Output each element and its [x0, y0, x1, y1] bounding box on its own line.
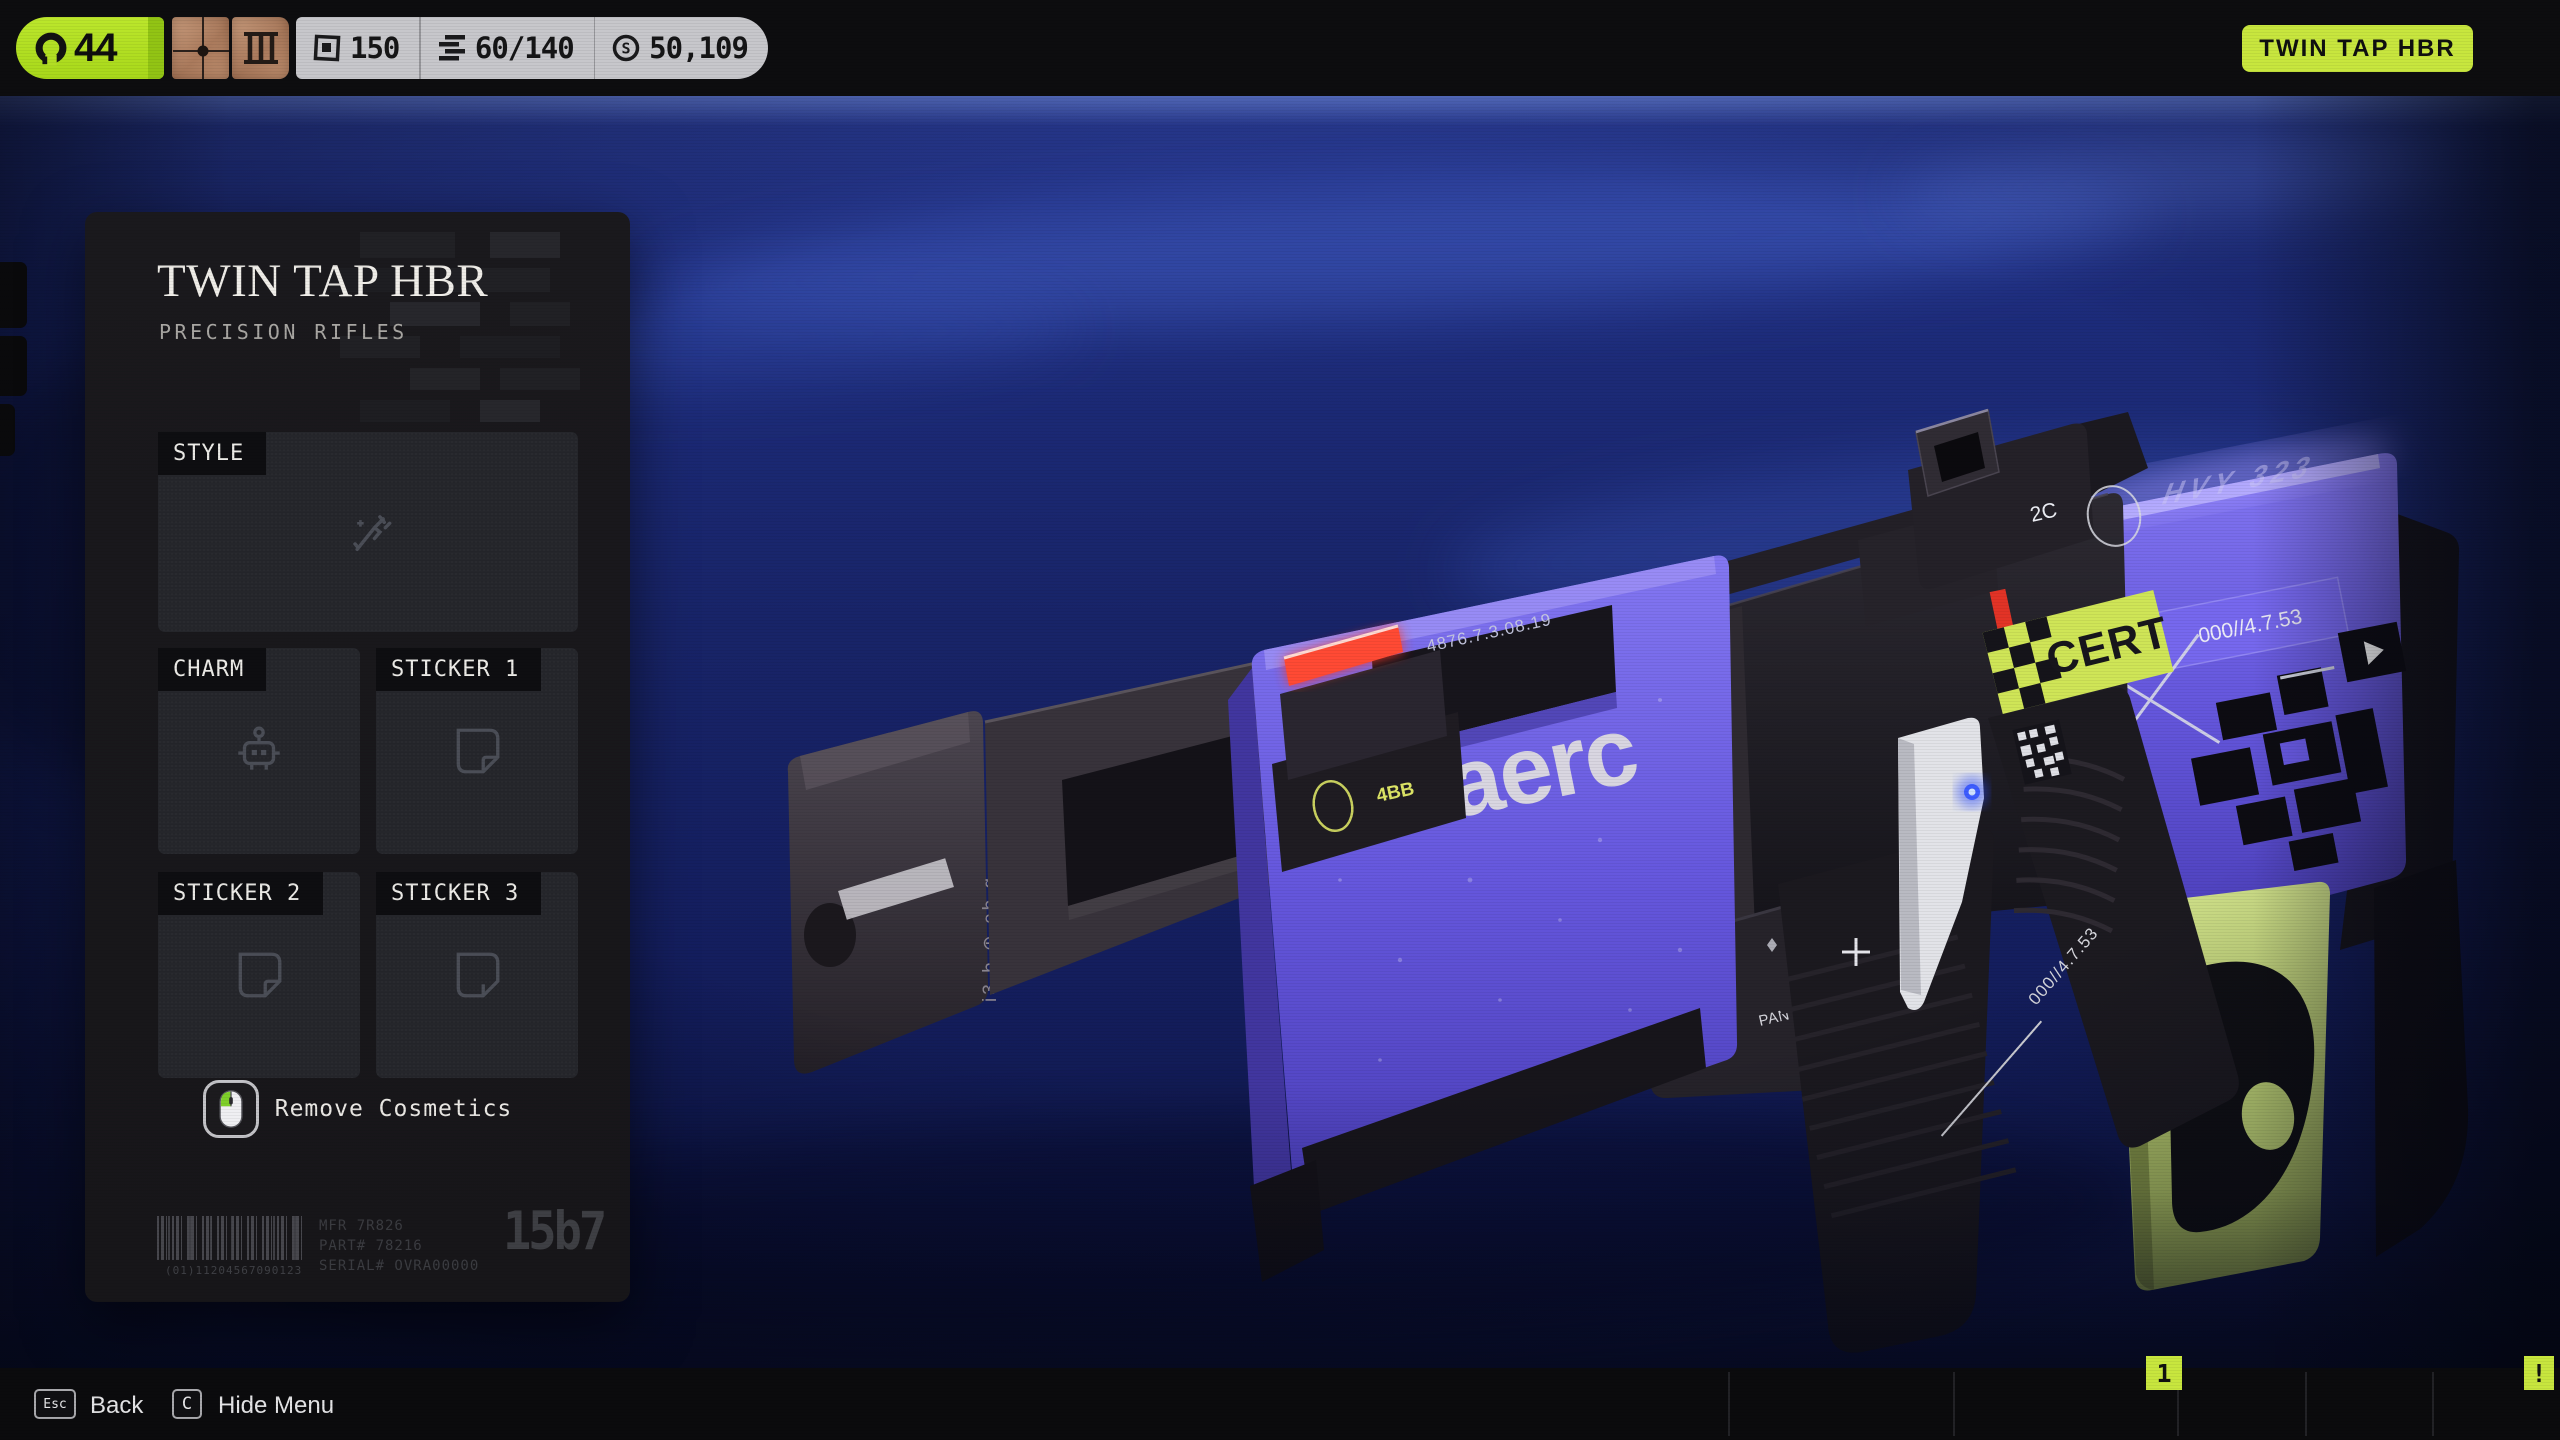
charm-slot-label: CHARM	[158, 648, 266, 691]
coin-icon: S	[611, 33, 641, 63]
sticker-1-slot-label: STICKER 1	[376, 648, 541, 691]
barcode	[157, 1216, 307, 1260]
rank-tiles: III	[172, 17, 289, 79]
cosmetics-panel: TWIN TAP HBR PRECISION RIFLES STYLE CHAR…	[85, 212, 630, 1302]
tier-icon	[240, 28, 282, 68]
bottombar-divider	[2432, 1372, 2434, 1436]
bottombar-divider	[2305, 1372, 2307, 1436]
resources-pill: 150 60/140 S 50,109	[296, 17, 768, 79]
sticker-icon	[450, 948, 504, 1002]
mouse-bracket	[203, 1080, 259, 1138]
sticker-3-slot-label: STICKER 3	[376, 872, 541, 915]
equipped-weapon-label: TWIN TAP HBR	[2259, 35, 2455, 63]
edge-tab	[0, 336, 27, 396]
mfr-line: MFR 7R826	[319, 1216, 479, 1236]
remove-cosmetics-button[interactable]: Remove Cosmetics	[85, 1080, 630, 1138]
level-progress-endcap	[148, 17, 164, 79]
currency-stat: S 50,109	[595, 17, 768, 79]
battle-pass-stat: 60/140	[421, 17, 594, 79]
back-button[interactable]: Back	[90, 1392, 143, 1420]
weapon-customization-screen: HVY 323 000//4.7.53	[0, 0, 2560, 1440]
mouse-icon	[217, 1089, 245, 1129]
top-hud-bar: 44 III	[0, 0, 2560, 96]
edge-tab	[0, 404, 15, 456]
c-keycap: C	[172, 1389, 202, 1419]
alert-notification-badge: !	[2524, 1356, 2554, 1390]
robot-charm-icon	[230, 722, 288, 780]
serial-line: SERIAL# OVRA00000	[319, 1256, 479, 1276]
rank-crosshair-tile	[172, 17, 229, 79]
manufacturer-info: MFR 7R826 PART# 78216 SERIAL# OVRA00000	[319, 1216, 479, 1276]
weapon-category: PRECISION RIFLES	[159, 320, 408, 344]
hide-menu-button[interactable]: Hide Menu	[218, 1392, 334, 1420]
style-slot-label: STYLE	[158, 432, 266, 475]
mail-notification-badge: 1	[2146, 1356, 2182, 1390]
player-level-badge: 44	[16, 17, 164, 79]
edge-tab	[0, 262, 27, 328]
sticker-2-slot[interactable]: STICKER 2	[158, 872, 360, 1078]
manufacturer-plate: (01)11204567090123 MFR 7R826 PART# 78216…	[85, 1214, 630, 1294]
sticker-icon	[232, 948, 286, 1002]
svg-text:S: S	[622, 40, 631, 58]
glitch-glyph: 15b7	[503, 1201, 604, 1263]
charm-slot[interactable]: CHARM	[158, 648, 360, 854]
sticker-3-slot[interactable]: STICKER 3	[376, 872, 578, 1078]
crosshair-icon	[173, 17, 229, 79]
wand-icon	[342, 506, 394, 558]
part-line: PART# 78216	[319, 1236, 479, 1256]
barcode-caption: (01)11204567090123	[165, 1264, 302, 1277]
sticker-1-slot[interactable]: STICKER 1	[376, 648, 578, 854]
cube-icon	[312, 33, 342, 63]
bottombar-divider	[1953, 1372, 1955, 1436]
esc-keycap: Esc	[34, 1389, 76, 1419]
battle-pass-progress: 60/140	[475, 31, 574, 65]
items-stat: 150	[296, 17, 419, 79]
style-slot[interactable]: STYLE	[158, 432, 578, 632]
weapon-title: TWIN TAP HBR	[157, 254, 488, 308]
rank-tier-tile: III	[232, 17, 289, 79]
player-level: 44	[74, 26, 117, 71]
remove-cosmetics-label: Remove Cosmetics	[275, 1096, 513, 1122]
equipped-weapon-button[interactable]: TWIN TAP HBR	[2242, 25, 2473, 72]
sticker-2-slot-label: STICKER 2	[158, 872, 323, 915]
currency-amount: 50,109	[649, 31, 748, 65]
bottombar-divider	[1728, 1372, 1730, 1436]
sticker-icon	[450, 724, 504, 778]
layers-icon	[437, 34, 467, 62]
items-count: 150	[350, 31, 399, 65]
contestant-icon	[32, 29, 70, 67]
